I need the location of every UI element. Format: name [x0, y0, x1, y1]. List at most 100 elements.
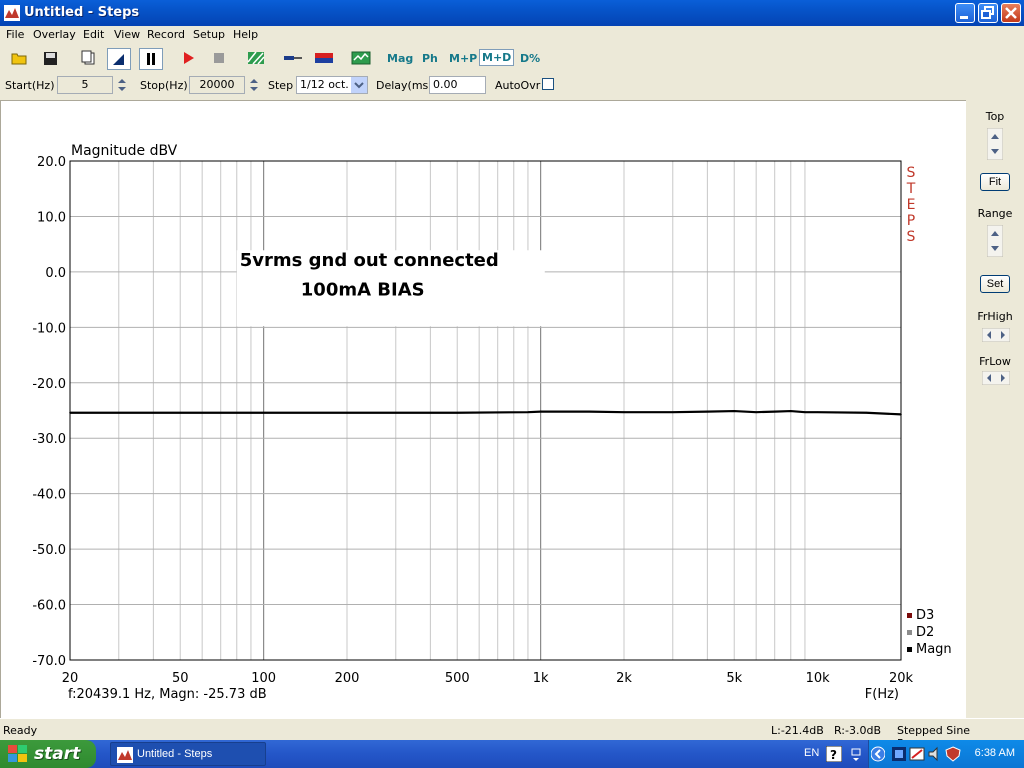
language-indicator[interactable]: EN [804, 747, 819, 759]
save-button[interactable] [40, 48, 64, 70]
step-select[interactable]: 1/12 oct. [296, 76, 368, 94]
start-label: start [34, 744, 81, 764]
pause-icon [147, 53, 155, 65]
scope-button[interactable] [350, 48, 374, 70]
view-dist-percent-button[interactable]: D% [520, 52, 540, 65]
data-point [733, 410, 736, 412]
delay-label: Delay(ms) [376, 79, 433, 92]
view-mag-phase-button[interactable]: M+P [449, 52, 477, 65]
data-point [623, 411, 625, 413]
start-spin-icon[interactable] [115, 76, 129, 94]
view-mag-button[interactable]: Mag [387, 52, 413, 65]
plot-area: 20.0 10.0 0.0 -10.0 -20.0 -30.0 -40.0 -50.0 -60.… [0, 100, 966, 718]
y-tick-label: -10.0 [32, 321, 66, 336]
fit-button[interactable]: Fit [980, 173, 1010, 191]
autoovr-checkbox[interactable] [542, 78, 554, 90]
play-icon [184, 52, 194, 64]
copy-button[interactable] [78, 48, 102, 70]
network-icon[interactable] [891, 746, 907, 762]
minimize-icon [960, 16, 968, 19]
cursor-mode-button[interactable] [107, 48, 131, 70]
help-icon[interactable]: ? [826, 746, 842, 762]
legend-label-d2: D2 [916, 625, 934, 640]
volume-icon[interactable] [927, 746, 943, 762]
menu-record[interactable]: Record [147, 28, 185, 41]
legend-label-d3: D3 [916, 608, 934, 623]
probe-icon [284, 56, 302, 60]
start-button[interactable]: start [0, 740, 96, 768]
stop-label: Stop(Hz) [140, 79, 188, 92]
menu-file[interactable]: File [6, 28, 24, 41]
pause-button[interactable] [139, 48, 163, 70]
shield-icon[interactable] [945, 746, 961, 762]
watermark-letter: S [907, 229, 916, 245]
data-point [865, 411, 868, 414]
data-point [755, 411, 757, 413]
language-options-icon[interactable] [849, 746, 863, 762]
tray-expand-icon[interactable] [871, 746, 885, 762]
cursor-icon [113, 54, 124, 65]
security-alert-icon[interactable] [909, 746, 925, 762]
stop-frequency-field[interactable]: 20000 [189, 76, 245, 94]
data-point [789, 410, 792, 412]
open-icon [11, 53, 27, 65]
legend-swatch-magn [907, 647, 912, 652]
stop-icon [214, 53, 224, 63]
data-point [527, 411, 529, 413]
app-icon [117, 747, 133, 763]
y-tick-label: 0.0 [45, 266, 66, 281]
range-label: Range [977, 207, 1013, 220]
hatch-icon [247, 51, 265, 65]
start-frequency-field[interactable]: 5 [57, 76, 113, 94]
y-tick-label: -30.0 [32, 432, 66, 447]
x-tick-label: 100 [251, 671, 276, 686]
stop-button[interactable] [208, 48, 232, 70]
minimize-button[interactable] [955, 3, 975, 23]
window-title: Untitled - Steps [24, 5, 140, 20]
autoovr-label: AutoOvr [495, 79, 541, 92]
annotation-line-1: 5vrms gnd out connected [240, 250, 499, 271]
hatch-button[interactable] [245, 48, 269, 70]
magnitude-chart[interactable]: 20.0 10.0 0.0 -10.0 -20.0 -30.0 -40.0 -50.0 -60.… [1, 101, 965, 717]
restore-icon [981, 6, 994, 19]
watermark-letter: P [907, 213, 915, 229]
sweep-parameters-bar: Start(Hz) 5 Stop(Hz) 20000 Step 1/12 oct… [0, 74, 1024, 98]
scale-panel: Top Fit Range Set FrHigh FrLow [966, 100, 1024, 718]
close-button[interactable] [1001, 3, 1021, 23]
menu-edit[interactable]: Edit [83, 28, 104, 41]
restore-button[interactable] [978, 3, 998, 23]
data-point [69, 411, 71, 414]
menu-overlay[interactable]: Overlay [33, 28, 76, 41]
top-spin-icon[interactable] [987, 128, 1003, 160]
range-spin-icon[interactable] [987, 225, 1003, 257]
toolbar: Mag Ph M+P M+D D% [0, 44, 1024, 75]
data-point [179, 411, 182, 414]
y-tick-label: -60.0 [32, 599, 66, 614]
frhigh-label: FrHigh [977, 310, 1013, 323]
menu-help[interactable]: Help [233, 28, 258, 41]
menu-setup[interactable]: Setup [193, 28, 225, 41]
frlow-spin-icon[interactable] [982, 371, 1010, 385]
data-point [346, 411, 348, 414]
frhigh-spin-icon[interactable] [982, 328, 1010, 342]
menu-view[interactable]: View [114, 28, 140, 41]
view-mag-dist-button[interactable]: M+D [479, 49, 515, 66]
start-label: Start(Hz) [5, 79, 55, 92]
system-tray: 6:38 AM [868, 740, 1024, 768]
x-tick-label: 1k [533, 671, 549, 686]
stop-spin-icon[interactable] [247, 76, 261, 94]
legend-swatch-d2 [907, 630, 912, 635]
data-point [900, 413, 902, 416]
frlow-label: FrLow [979, 355, 1011, 368]
open-button[interactable] [9, 48, 33, 70]
view-phase-button[interactable]: Ph [422, 52, 438, 65]
taskbar-item-steps[interactable]: Untitled - Steps [110, 742, 266, 766]
set-button[interactable]: Set [980, 275, 1010, 293]
probe-button[interactable] [282, 48, 306, 70]
delay-field[interactable]: 0.00 [429, 76, 486, 94]
colorbar-button[interactable] [313, 48, 337, 70]
data-point [804, 411, 806, 413]
record-button[interactable] [177, 48, 201, 70]
data-point [539, 410, 542, 413]
app-icon [4, 5, 20, 21]
